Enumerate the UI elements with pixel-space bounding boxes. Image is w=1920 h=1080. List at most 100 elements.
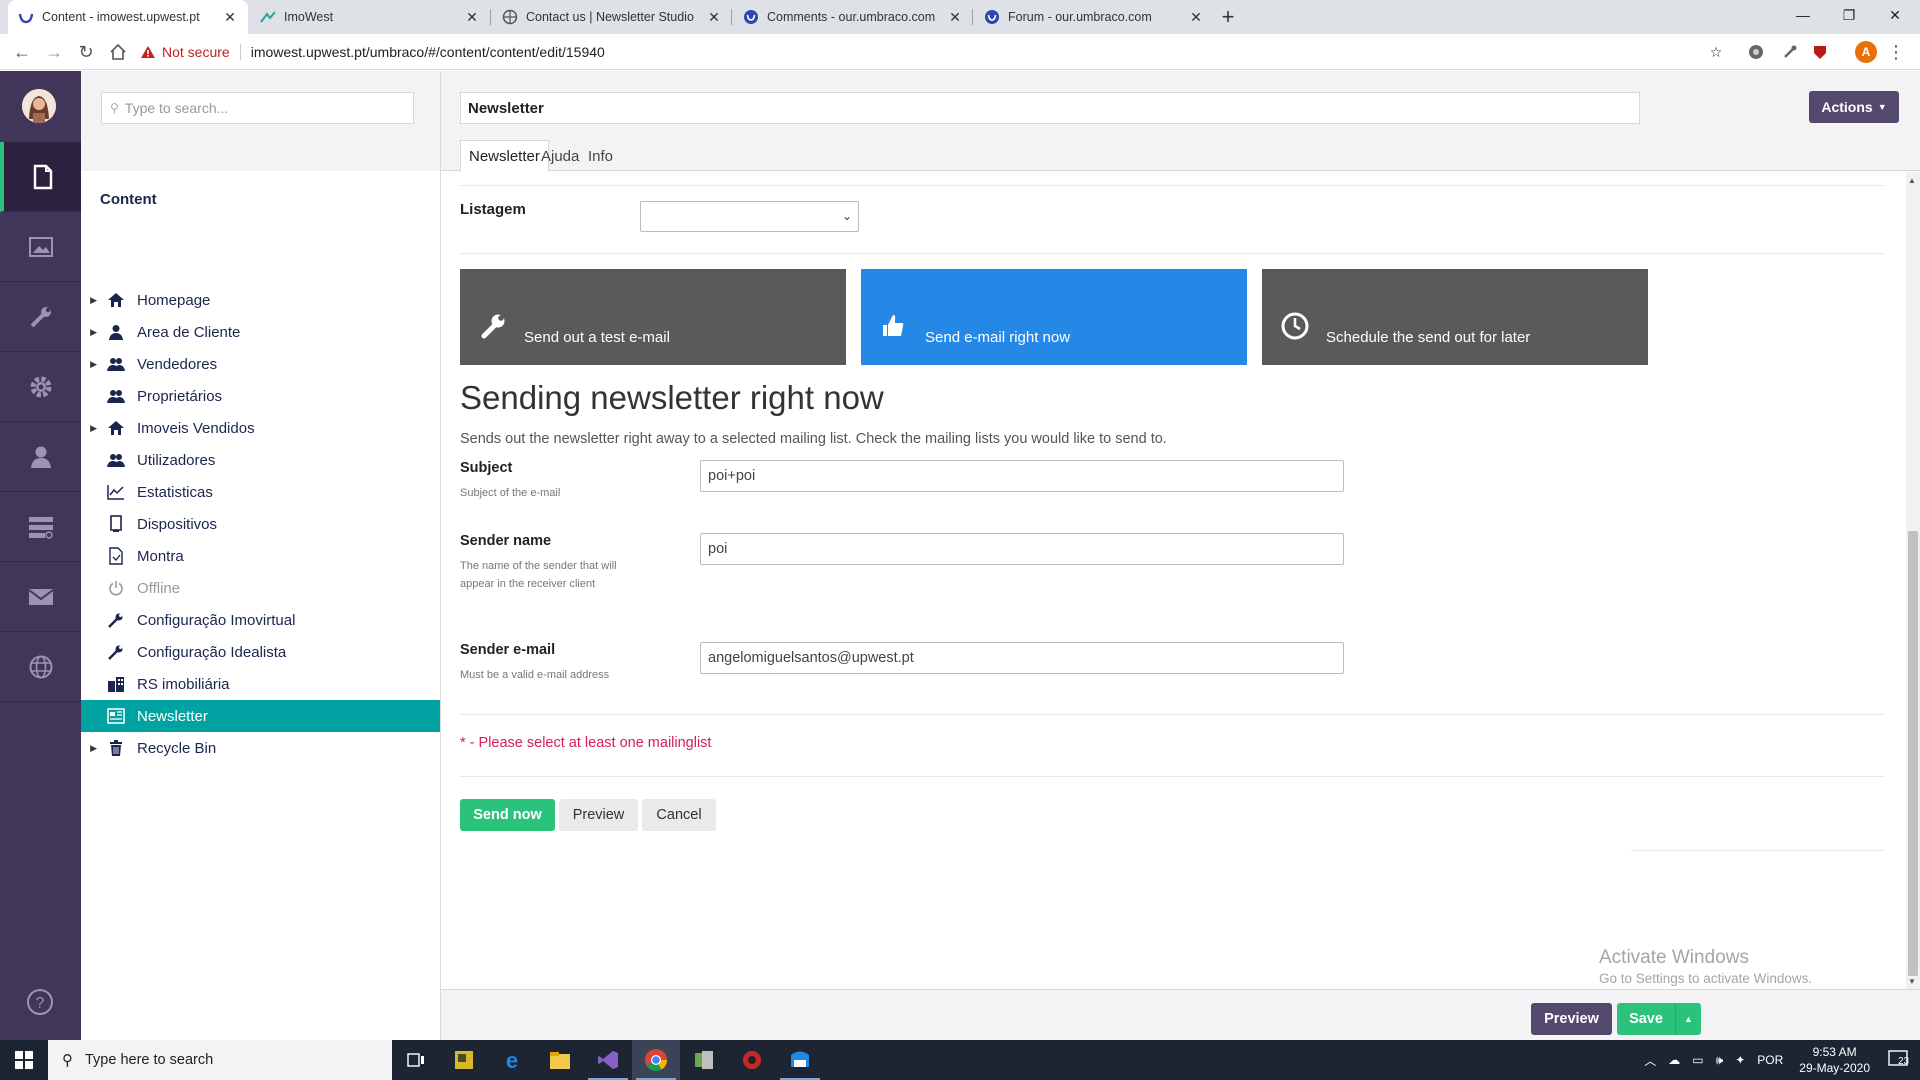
taskbar-search-input[interactable]: ⚲ Type here to search: [48, 1040, 392, 1080]
listagem-select[interactable]: ⌄: [640, 201, 859, 232]
home-icon[interactable]: [106, 40, 130, 64]
section-translation[interactable]: [0, 632, 81, 702]
mode-send-now-button[interactable]: Send e-mail right now: [861, 269, 1247, 365]
node-name-input[interactable]: Newsletter: [460, 92, 1640, 124]
expand-arrow-icon[interactable]: ▶: [83, 295, 103, 306]
maximize-window-button[interactable]: ❐: [1826, 0, 1872, 30]
tree-node-estatisticas[interactable]: Estatisticas: [81, 476, 440, 508]
tree-node-configura-o-idealista[interactable]: Configuração Idealista: [81, 636, 440, 668]
notifications-icon[interactable]: 23: [1880, 1049, 1920, 1071]
browser-tab[interactable]: Comments - our.umbraco.com ✕: [733, 0, 973, 34]
browser-tab[interactable]: ImoWest ✕: [250, 0, 490, 34]
tree-node-offline[interactable]: Offline: [81, 572, 440, 604]
forward-icon[interactable]: →: [42, 40, 66, 64]
section-users[interactable]: [0, 422, 81, 492]
browser-tab-strip: Content - imowest.upwest.pt ✕ ImoWest ✕ …: [0, 0, 1920, 34]
outlook-app-icon[interactable]: [776, 1040, 824, 1080]
tree-node-homepage[interactable]: ▶ Homepage: [81, 284, 440, 316]
cancel-button[interactable]: Cancel: [642, 799, 716, 831]
tree-node-dispositivos[interactable]: Dispositivos: [81, 508, 440, 540]
user-avatar[interactable]: [22, 89, 56, 123]
chevron-up-icon[interactable]: ︿: [1638, 1052, 1662, 1069]
section-members[interactable]: [0, 492, 81, 562]
browser-tab[interactable]: Contact us | Newsletter Studio ✕: [492, 0, 732, 34]
mode-label: Schedule the send out for later: [1326, 329, 1531, 346]
address-bar[interactable]: Not secure imowest.upwest.pt/umbraco/#/c…: [140, 38, 1715, 66]
scroll-down-icon[interactable]: ▼: [1908, 977, 1916, 986]
tree-node-rs-imobili-ria[interactable]: RS imobiliária: [81, 668, 440, 700]
task-view-icon[interactable]: [392, 1040, 440, 1080]
sender-email-input[interactable]: angelomiguelsantos@upwest.pt: [700, 642, 1344, 674]
tree-node-montra[interactable]: Montra: [81, 540, 440, 572]
expand-arrow-icon[interactable]: ▶: [83, 743, 103, 754]
close-window-button[interactable]: ✕: [1872, 0, 1918, 30]
section-content[interactable]: [0, 142, 81, 212]
language-indicator[interactable]: POR: [1751, 1053, 1789, 1067]
bookmark-star-icon[interactable]: ☆: [1706, 42, 1726, 62]
help-icon[interactable]: ?: [25, 987, 55, 1017]
onedrive-icon[interactable]: ☁: [1662, 1053, 1686, 1067]
visual-studio-icon[interactable]: [584, 1040, 632, 1080]
back-icon[interactable]: ←: [10, 40, 34, 64]
network-icon[interactable]: ▭: [1686, 1053, 1709, 1067]
menu-dots-icon[interactable]: ⋮: [1886, 42, 1906, 62]
close-tab-icon[interactable]: ✕: [1188, 9, 1204, 26]
reload-icon[interactable]: ↻: [74, 40, 98, 64]
chrome-browser-icon[interactable]: [632, 1040, 680, 1080]
section-media[interactable]: [0, 212, 81, 282]
scrollbar-thumb[interactable]: [1908, 531, 1918, 976]
file-explorer-icon[interactable]: [536, 1040, 584, 1080]
edge-browser-icon[interactable]: e: [488, 1040, 536, 1080]
users-icon: [105, 450, 127, 470]
dropbox-icon[interactable]: ✦: [1729, 1053, 1751, 1067]
tree-search-input[interactable]: ⚲ Type to search...: [101, 92, 414, 124]
tree-node-vendedores[interactable]: ▶ Vendedores: [81, 348, 440, 380]
app-icon[interactable]: [680, 1040, 728, 1080]
divider: [460, 714, 1884, 715]
profile-avatar[interactable]: A: [1855, 41, 1877, 63]
tree-node-newsletter[interactable]: Newsletter: [81, 700, 440, 732]
tree-node-propriet-rios[interactable]: Proprietários: [81, 380, 440, 412]
browser-tab[interactable]: Forum - our.umbraco.com ✕: [974, 0, 1214, 34]
new-tab-button[interactable]: +: [1216, 5, 1240, 29]
subject-input[interactable]: poi+poi: [700, 460, 1344, 492]
close-tab-icon[interactable]: ✕: [222, 9, 238, 26]
footer-save-button[interactable]: Save ▲: [1617, 1003, 1701, 1035]
tree-node-area-de-cliente[interactable]: ▶ Area de Cliente: [81, 316, 440, 348]
clock[interactable]: 9:53 AM 29-May-2020: [1789, 1044, 1880, 1076]
extension-icon[interactable]: [1810, 42, 1830, 62]
tree-node-configura-o-imovirtual[interactable]: Configuração Imovirtual: [81, 604, 440, 636]
caret-up-icon[interactable]: ▲: [1675, 1003, 1701, 1035]
close-tab-icon[interactable]: ✕: [464, 9, 480, 26]
extension-icon[interactable]: [1746, 42, 1766, 62]
tab-info[interactable]: Info: [580, 140, 621, 172]
mode-test-email-button[interactable]: Send out a test e-mail: [460, 269, 846, 365]
tree-node-utilizadores[interactable]: Utilizadores: [81, 444, 440, 476]
expand-arrow-icon[interactable]: ▶: [83, 359, 103, 370]
extension-icon[interactable]: [1780, 42, 1800, 62]
section-developer[interactable]: [0, 352, 81, 422]
footer-preview-button[interactable]: Preview: [1531, 1003, 1612, 1035]
actions-button[interactable]: Actions ▼: [1809, 91, 1899, 123]
tree-node-imoveis-vendidos[interactable]: ▶ Imoveis Vendidos: [81, 412, 440, 444]
security-indicator[interactable]: Not secure: [140, 44, 241, 60]
scroll-up-icon[interactable]: ▲: [1908, 176, 1916, 185]
close-tab-icon[interactable]: ✕: [706, 9, 722, 26]
sender-name-input[interactable]: poi: [700, 533, 1344, 565]
section-settings[interactable]: [0, 282, 81, 352]
tree-node-recycle-bin[interactable]: ▶ Recycle Bin: [81, 732, 440, 764]
volume-icon[interactable]: 🕪: [1710, 1053, 1730, 1068]
close-tab-icon[interactable]: ✕: [947, 9, 963, 26]
list-icon: [28, 516, 53, 539]
sticky-notes-app-icon[interactable]: [440, 1040, 488, 1080]
send-now-button[interactable]: Send now: [460, 799, 555, 831]
expand-arrow-icon[interactable]: ▶: [83, 327, 103, 338]
browser-tab[interactable]: Content - imowest.upwest.pt ✕: [8, 0, 248, 34]
section-newsletter[interactable]: [0, 562, 81, 632]
app-icon[interactable]: [728, 1040, 776, 1080]
preview-button[interactable]: Preview: [559, 799, 638, 831]
minimize-window-button[interactable]: —: [1780, 0, 1826, 30]
expand-arrow-icon[interactable]: ▶: [83, 423, 103, 434]
mode-schedule-button[interactable]: Schedule the send out for later: [1262, 269, 1648, 365]
windows-start-icon[interactable]: [0, 1040, 48, 1080]
